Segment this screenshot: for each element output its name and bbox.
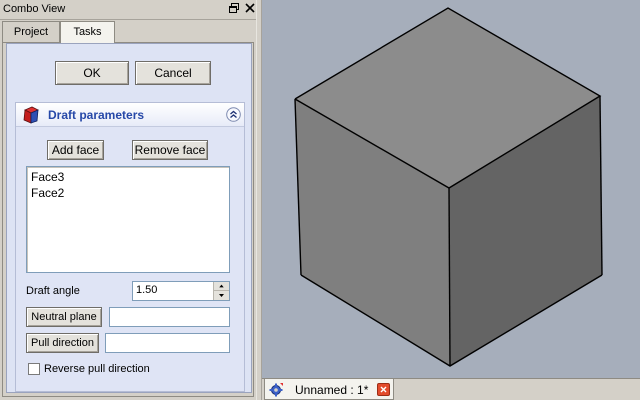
tab-close-icon[interactable] [377, 383, 390, 396]
remove-face-button[interactable]: Remove face [132, 140, 208, 160]
neutral-plane-button[interactable]: Neutral plane [26, 307, 102, 327]
draft-angle-spinbox[interactable]: 1.50 [132, 281, 230, 301]
pull-direction-field[interactable] [105, 333, 230, 353]
draft-feature-icon [23, 106, 39, 124]
neutral-plane-field[interactable] [109, 307, 230, 327]
combo-view: Combo View Project Tasks OK Cancel Draft… [0, 0, 256, 400]
spin-down-icon[interactable] [214, 291, 229, 300]
ok-button[interactable]: OK [55, 61, 129, 85]
dialog-button-box: OK Cancel [11, 47, 248, 97]
faces-list[interactable]: Face3 Face2 [26, 166, 230, 273]
list-item[interactable]: Face2 [31, 186, 64, 200]
cancel-button[interactable]: Cancel [135, 61, 211, 85]
reverse-pull-label[interactable]: Reverse pull direction [44, 363, 150, 375]
spin-buttons [213, 282, 229, 300]
panel-title: Draft parameters [48, 108, 145, 122]
document-tab-name: Unnamed : 1* [295, 383, 369, 397]
reverse-pull-checkbox[interactable] [28, 363, 40, 375]
document-tab-bar: Unnamed : 1* [262, 378, 640, 400]
draft-angle-value: 1.50 [136, 284, 158, 296]
draft-angle-label: Draft angle [26, 285, 80, 297]
pull-direction-button[interactable]: Pull direction [26, 333, 99, 353]
combo-view-title-bar: Combo View [0, 0, 256, 20]
draft-parameters-header[interactable]: Draft parameters [16, 103, 244, 127]
3d-viewport[interactable] [262, 0, 640, 378]
cube-drawing [294, 7, 603, 367]
list-item[interactable]: Face3 [31, 170, 64, 184]
float-window-icon[interactable] [228, 2, 240, 14]
spin-up-icon[interactable] [214, 282, 229, 291]
document-tab[interactable]: Unnamed : 1* [264, 379, 394, 400]
combo-view-title: Combo View [3, 3, 66, 15]
add-face-button[interactable]: Add face [47, 140, 104, 160]
document-gear-icon [269, 383, 283, 397]
collapse-chevrons-icon[interactable] [226, 107, 241, 122]
tab-tasks[interactable]: Tasks [60, 21, 115, 43]
tab-project[interactable]: Project [2, 21, 60, 42]
close-icon[interactable] [244, 2, 256, 14]
